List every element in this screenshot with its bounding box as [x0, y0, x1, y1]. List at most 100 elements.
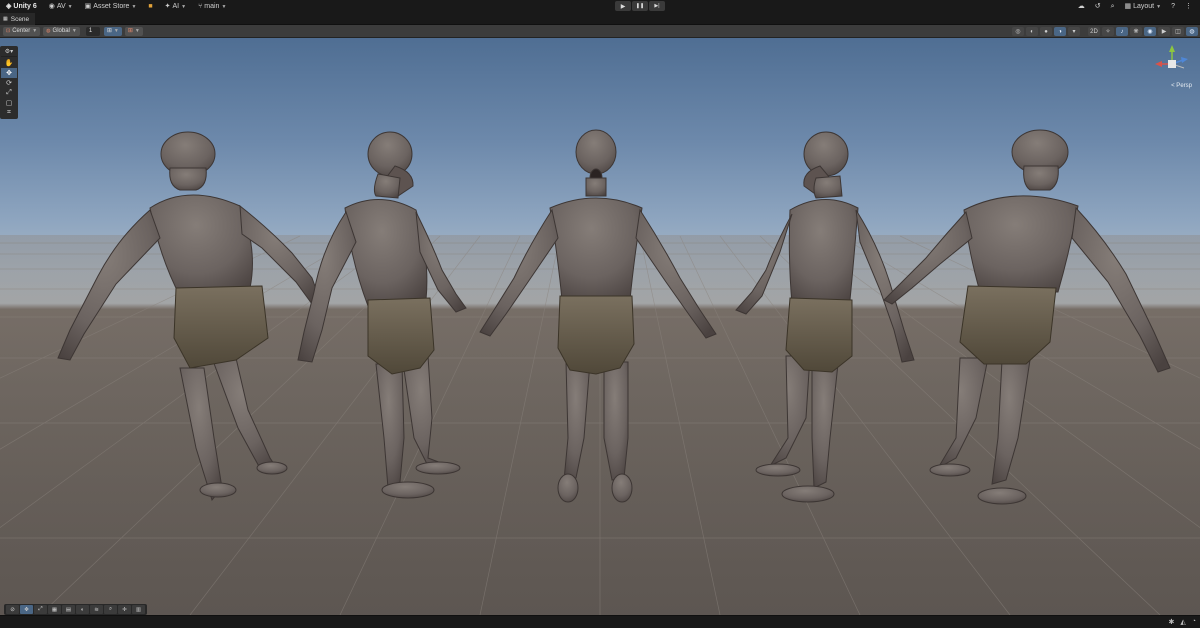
play-icon: ▶	[620, 3, 626, 10]
axis-z-cone	[1181, 57, 1188, 63]
2d-toggle[interactable]: 2D	[1088, 27, 1100, 36]
shaded-toggle[interactable]: ◑	[1054, 27, 1066, 36]
character-side-left-cloth	[367, 297, 435, 375]
scene-view-options: ◎ ◐ ● ◑ ▾ 2D ✧ ♪ ❋ ◉ ▶ ◫ ◍	[1012, 27, 1198, 36]
branch-dropdown[interactable]: ⑂ main ▼	[192, 0, 232, 13]
search-icon: ⌕	[108, 606, 113, 612]
pause-icon: ❚❚	[635, 3, 645, 9]
cloud-icon[interactable]: ☁	[1078, 3, 1085, 10]
tool-settings-dropdown[interactable]: ⚙▾	[1, 47, 17, 57]
overlay-menu[interactable]: ◍	[1186, 27, 1198, 36]
overlay-toggle-9[interactable]: ✛	[118, 605, 131, 614]
eye-icon: ◉	[1147, 29, 1153, 35]
transform-icon: ⌗	[7, 109, 11, 116]
overlay-toggle-3[interactable]: ⤢	[34, 605, 47, 614]
overlay-toggle-8[interactable]: ⌕	[104, 605, 117, 614]
help-icon[interactable]: ?	[1171, 3, 1175, 10]
transform-tool[interactable]: ⌗	[1, 108, 17, 118]
character-side-right-cloth	[785, 297, 853, 373]
move-icon: ✥	[6, 70, 12, 77]
unlit-toggle[interactable]: ●	[1040, 27, 1052, 36]
search-icon[interactable]: ⌕	[1111, 3, 1115, 10]
projection-label[interactable]: < Persp	[1171, 83, 1192, 89]
view-tool[interactable]: ✋	[1, 58, 17, 68]
tools-overlay: ⚙▾ ✋ ✥ ⟳ ⤢ ▢ ⌗	[0, 46, 18, 119]
shaded-wire-toggle[interactable]: ◐	[1026, 27, 1038, 36]
overlay-toggle-4[interactable]: ▦	[48, 605, 61, 614]
account-icon: ◉	[48, 3, 55, 10]
account-label: AV	[56, 3, 66, 10]
menubar-right: ☁ ↺ ⌕ ▦ Layout ▼ ? ⋮	[1078, 0, 1192, 13]
globe-icon: ◍	[46, 27, 51, 34]
wireframe-icon: ◎	[1015, 29, 1021, 35]
history-icon[interactable]: ↺	[1095, 3, 1101, 10]
table-icon: ▤	[65, 606, 72, 613]
notification-button[interactable]: ■	[142, 0, 158, 13]
account-dropdown[interactable]: ◉ AV ▼	[43, 0, 79, 13]
unity-menu[interactable]: ◈ Unity 6	[0, 0, 43, 13]
effects-dropdown[interactable]: ❋	[1130, 27, 1142, 36]
move-tool[interactable]: ✥	[1, 68, 17, 78]
scene-render	[0, 129, 1200, 615]
overlay-toggle-6[interactable]: ◐	[76, 605, 89, 614]
branch-icon: ⑂	[198, 3, 203, 10]
scene-viewport[interactable]: ⚙▾ ✋ ✥ ⟳ ⤢ ▢ ⌗ < Persp ⊘ ✥ ⤢ ▦ ▤ ◐ ≋ ⌕ ✛…	[0, 38, 1200, 615]
lighting-toggle[interactable]: ✧	[1102, 27, 1114, 36]
orbit-icon: ⊘	[10, 606, 15, 613]
overlay-toggle-1[interactable]: ⊘	[6, 605, 19, 614]
gizmos-dropdown[interactable]: ◫	[1172, 27, 1184, 36]
visibility-toggle[interactable]: ◉	[1144, 27, 1156, 36]
settings-icon: ⚙▾	[4, 49, 14, 55]
pause-button[interactable]: ❚❚	[632, 1, 648, 11]
overlay-toggle-10[interactable]: ▥	[132, 605, 145, 614]
effects-icon: ❋	[1133, 29, 1139, 35]
sparkle-icon: ✦	[164, 3, 171, 10]
scale-icon: ⤢	[6, 89, 12, 96]
gizmos-icon: ◫	[1175, 29, 1181, 35]
tab-scene[interactable]: ▦ Scene	[0, 13, 36, 25]
scene-camera-dropdown[interactable]: ▶	[1158, 27, 1170, 36]
snap-increment-field[interactable]: 1	[85, 26, 100, 36]
grid-snap-dropdown[interactable]: ⊞ ▼	[103, 26, 122, 36]
tab-scene-label: Scene	[10, 15, 30, 23]
axis-x-cone	[1155, 61, 1162, 67]
chevron-down-icon: ▼	[1156, 3, 1162, 10]
chevron-down-icon: ▼	[131, 3, 137, 10]
bug-icon[interactable]: ✱	[1169, 618, 1175, 626]
draw-mode-dropdown[interactable]: ▾	[1068, 27, 1080, 36]
grid-icon: ⊞	[106, 28, 112, 34]
layers-icon: ≋	[94, 606, 99, 613]
playback-controls: ▶ ❚❚ ▶|	[615, 1, 665, 11]
play-button[interactable]: ▶	[615, 1, 631, 11]
pivot-dropdown[interactable]: ⊡ Center ▼	[3, 26, 41, 36]
unlit-icon: ●	[1044, 28, 1048, 35]
crosshair-icon: ✛	[122, 606, 127, 613]
hand-icon: ✋	[4, 60, 14, 67]
stack-icon: ▥	[135, 606, 142, 613]
chevron-down-icon: ▼	[67, 3, 73, 10]
store-bag-icon: ▣	[84, 3, 92, 10]
cache-icon[interactable]: ◔	[1192, 618, 1196, 626]
layout-dropdown[interactable]: ▦ Layout ▼	[1124, 0, 1161, 13]
camera-icon: ▶	[1161, 29, 1167, 35]
graph-icon[interactable]: ◭	[1180, 618, 1185, 626]
orientation-gizmo[interactable]	[1152, 42, 1192, 100]
asset-store-dropdown[interactable]: ▣ Asset Store ▼	[79, 0, 143, 13]
step-button[interactable]: ▶|	[649, 1, 665, 11]
overlay-toggle-5[interactable]: ▤	[62, 605, 75, 614]
space-dropdown[interactable]: ◍ Global ▼	[43, 26, 80, 36]
scale-icon: ⤢	[38, 606, 43, 612]
rotate-tool[interactable]: ⟳	[1, 78, 17, 88]
menu-icon[interactable]: ⋮	[1185, 3, 1192, 10]
increment-snap-dropdown[interactable]: ⊞ ▼	[124, 26, 143, 36]
scale-tool[interactable]: ⤢	[1, 88, 17, 98]
overlay-toggle-7[interactable]: ≋	[90, 605, 103, 614]
snap-increment-value: 1	[88, 28, 93, 34]
2d-icon: 2D	[1090, 28, 1098, 35]
rect-tool[interactable]: ▢	[1, 98, 17, 108]
overlay-toggle-2[interactable]: ✥	[20, 605, 33, 614]
audio-toggle[interactable]: ♪	[1116, 27, 1128, 36]
ai-dropdown[interactable]: ✦ AI ▼	[159, 0, 192, 13]
wireframe-toggle[interactable]: ◎	[1012, 27, 1024, 36]
notification-icon: ■	[148, 3, 153, 10]
